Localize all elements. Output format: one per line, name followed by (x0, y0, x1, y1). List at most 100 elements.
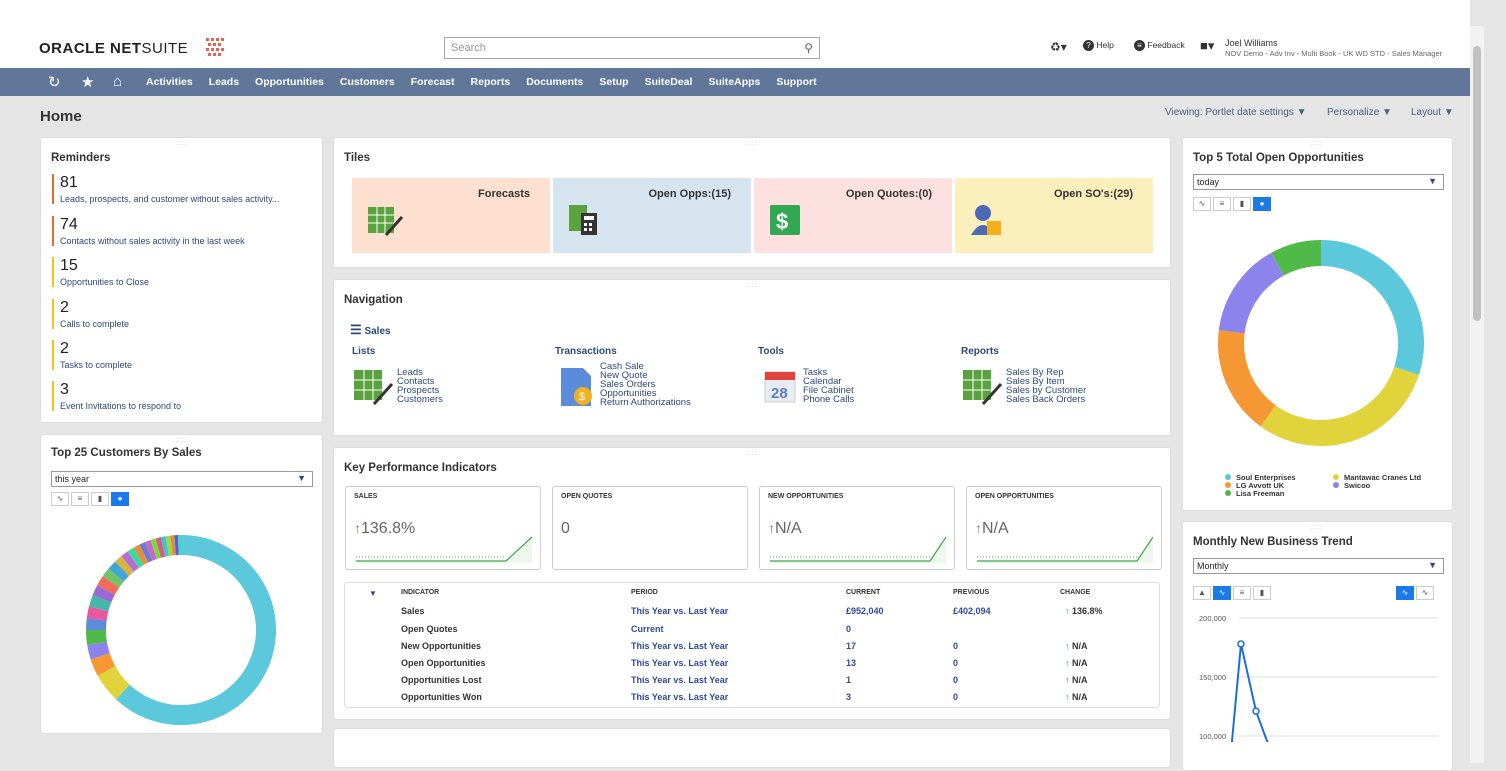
row-current[interactable]: 1 (846, 675, 851, 685)
legend-item[interactable]: Swicoo (1333, 482, 1370, 490)
reminder-link[interactable]: Opportunities to Close (60, 277, 322, 287)
user-name[interactable]: Joel Williams (1225, 38, 1278, 48)
pie-slice[interactable] (144, 551, 149, 553)
page-scrollbar[interactable] (1470, 26, 1484, 763)
pie-slice[interactable] (139, 554, 144, 557)
nav-item-customers[interactable]: Customers (340, 76, 395, 88)
kpi-card-new-opportunities[interactable]: NEW OPPORTUNITIES ↑N/A (759, 486, 955, 570)
personalize-dropdown[interactable]: Personalize ▼ (1327, 107, 1392, 118)
reminder-item[interactable]: 15Opportunities to Close (52, 257, 322, 287)
pie-slice[interactable] (1232, 264, 1278, 332)
pie-slice[interactable] (1321, 253, 1411, 371)
area-chart-icon[interactable]: ▲ (1193, 586, 1211, 600)
bar-chart-icon[interactable]: ≡ (71, 492, 89, 506)
pie-slice[interactable] (111, 575, 116, 582)
row-previous[interactable]: 0 (953, 658, 958, 668)
reminder-link[interactable]: Leads, prospects, and customer without s… (60, 194, 322, 204)
reminder-item[interactable]: 2Calls to complete (52, 299, 322, 329)
column-chart-icon[interactable]: ▮ (1253, 586, 1271, 600)
search-icon[interactable]: ⚲ (804, 41, 813, 55)
smooth-line-icon[interactable]: ∿ (1396, 586, 1414, 600)
recent-records-icon[interactable]: ♻▾ (1050, 40, 1067, 54)
reminder-item[interactable]: 3Event Invitations to respond to (52, 381, 322, 411)
kpi-card-open-quotes[interactable]: OPEN QUOTES 0 (552, 486, 748, 570)
pie-slice[interactable] (1268, 371, 1406, 433)
tile-forecasts[interactable]: Forecasts (352, 178, 550, 253)
straight-line-icon[interactable]: ∿ (1416, 586, 1434, 600)
sales-menu[interactable]: ☰ Sales (350, 322, 391, 338)
nav-item-support[interactable]: Support (776, 76, 816, 88)
drag-handle-icon[interactable]: :::: (1311, 140, 1323, 147)
row-current[interactable]: 17 (846, 641, 856, 651)
pie-slice[interactable] (106, 582, 111, 590)
column-chart-icon[interactable]: ▮ (1233, 197, 1251, 211)
line-chart-icon[interactable]: ∿ (51, 492, 69, 506)
row-period[interactable]: This Year vs. Last Year (631, 658, 728, 668)
row-period[interactable]: Current (631, 624, 664, 634)
pie-slice[interactable] (99, 599, 102, 609)
collapse-arrow-icon[interactable]: ▼ (369, 589, 377, 598)
kpi-card-open-opportunities[interactable]: OPEN OPPORTUNITIES ↑N/A (966, 486, 1162, 570)
favorites-star-icon[interactable]: ★ (81, 73, 94, 91)
row-current[interactable]: 0 (846, 624, 851, 634)
nav-link-return-authorizations[interactable]: Return Authorizations (600, 398, 691, 407)
nav-item-forecast[interactable]: Forecast (411, 76, 455, 88)
nav-item-leads[interactable]: Leads (209, 76, 239, 88)
feedback-link[interactable]: ≡ Feedback (1134, 40, 1185, 51)
pie-slice[interactable] (123, 545, 266, 715)
pie-slice[interactable] (102, 590, 106, 599)
bar-chart-icon[interactable]: ≡ (1233, 586, 1251, 600)
nav-link-sales-back-orders[interactable]: Sales Back Orders (1006, 395, 1086, 404)
global-search-input[interactable]: Search ⚲ (444, 37, 820, 59)
drag-handle-icon[interactable]: :::: (176, 437, 188, 444)
nav-item-suiteapps[interactable]: SuiteApps (708, 76, 760, 88)
trend-point[interactable] (1238, 641, 1244, 647)
nav-item-suitedeal[interactable]: SuiteDeal (645, 76, 693, 88)
line-chart-icon[interactable]: ∿ (1213, 586, 1231, 600)
pie-slice[interactable] (96, 630, 97, 643)
reminder-link[interactable]: Contacts without sales activity in the l… (60, 236, 322, 246)
pie-slice[interactable] (133, 556, 138, 559)
pie-slice[interactable] (163, 546, 167, 547)
drag-handle-icon[interactable]: :::: (746, 282, 758, 289)
recent-history-icon[interactable]: ↻ (48, 73, 61, 91)
reminder-link[interactable]: Calls to complete (60, 319, 322, 329)
pie-slice[interactable] (1231, 332, 1268, 416)
nav-item-setup[interactable]: Setup (599, 76, 628, 88)
kpi-card-sales[interactable]: SALES ↑136.8% (345, 486, 541, 570)
pie-slice[interactable] (158, 547, 163, 548)
pie-slice[interactable] (1278, 253, 1321, 264)
pie-slice[interactable] (128, 560, 134, 564)
line-chart-icon[interactable]: ∿ (1193, 197, 1211, 211)
bar-chart-icon[interactable]: ≡ (1213, 197, 1231, 211)
drag-handle-icon[interactable]: :::: (746, 450, 758, 457)
nav-link-customers[interactable]: Customers (397, 395, 443, 404)
nav-item-opportunities[interactable]: Opportunities (255, 76, 324, 88)
top5-period-select[interactable]: today▼ (1193, 174, 1444, 190)
row-current[interactable]: 3 (846, 692, 851, 702)
reminder-item[interactable]: 2Tasks to complete (52, 340, 322, 370)
row-current[interactable]: 13 (846, 658, 856, 668)
netsuite-logo[interactable]: ORACLE NETSUITE (39, 40, 188, 57)
reminder-link[interactable]: Event Invitations to respond to (60, 401, 322, 411)
top25-period-select[interactable]: this year▼ (51, 471, 313, 487)
drag-handle-icon[interactable]: :::: (746, 140, 758, 147)
reminder-item[interactable]: 74Contacts without sales activity in the… (52, 216, 322, 246)
row-previous[interactable]: 0 (953, 675, 958, 685)
nav-item-documents[interactable]: Documents (526, 76, 583, 88)
row-period[interactable]: This Year vs. Last Year (631, 692, 728, 702)
row-period[interactable]: This Year vs. Last Year (631, 606, 728, 616)
home-icon[interactable]: ⌂ (113, 73, 122, 90)
trend-point[interactable] (1253, 708, 1259, 714)
column-chart-icon[interactable]: ▮ (91, 492, 109, 506)
reminder-link[interactable]: Tasks to complete (60, 360, 322, 370)
drag-handle-icon[interactable]: :::: (1311, 524, 1323, 531)
pie-slice[interactable] (100, 656, 106, 671)
row-current[interactable]: £952,040 (846, 606, 884, 616)
pie-slice[interactable] (97, 643, 100, 656)
pie-chart-icon[interactable]: ● (1253, 197, 1271, 211)
row-previous[interactable]: £402,094 (953, 606, 991, 616)
reminder-item[interactable]: 81Leads, prospects, and customer without… (52, 174, 322, 204)
tile-open-sos[interactable]: Open SO's:(29) (955, 178, 1153, 253)
legend-item[interactable]: Lisa Freeman (1225, 490, 1284, 498)
